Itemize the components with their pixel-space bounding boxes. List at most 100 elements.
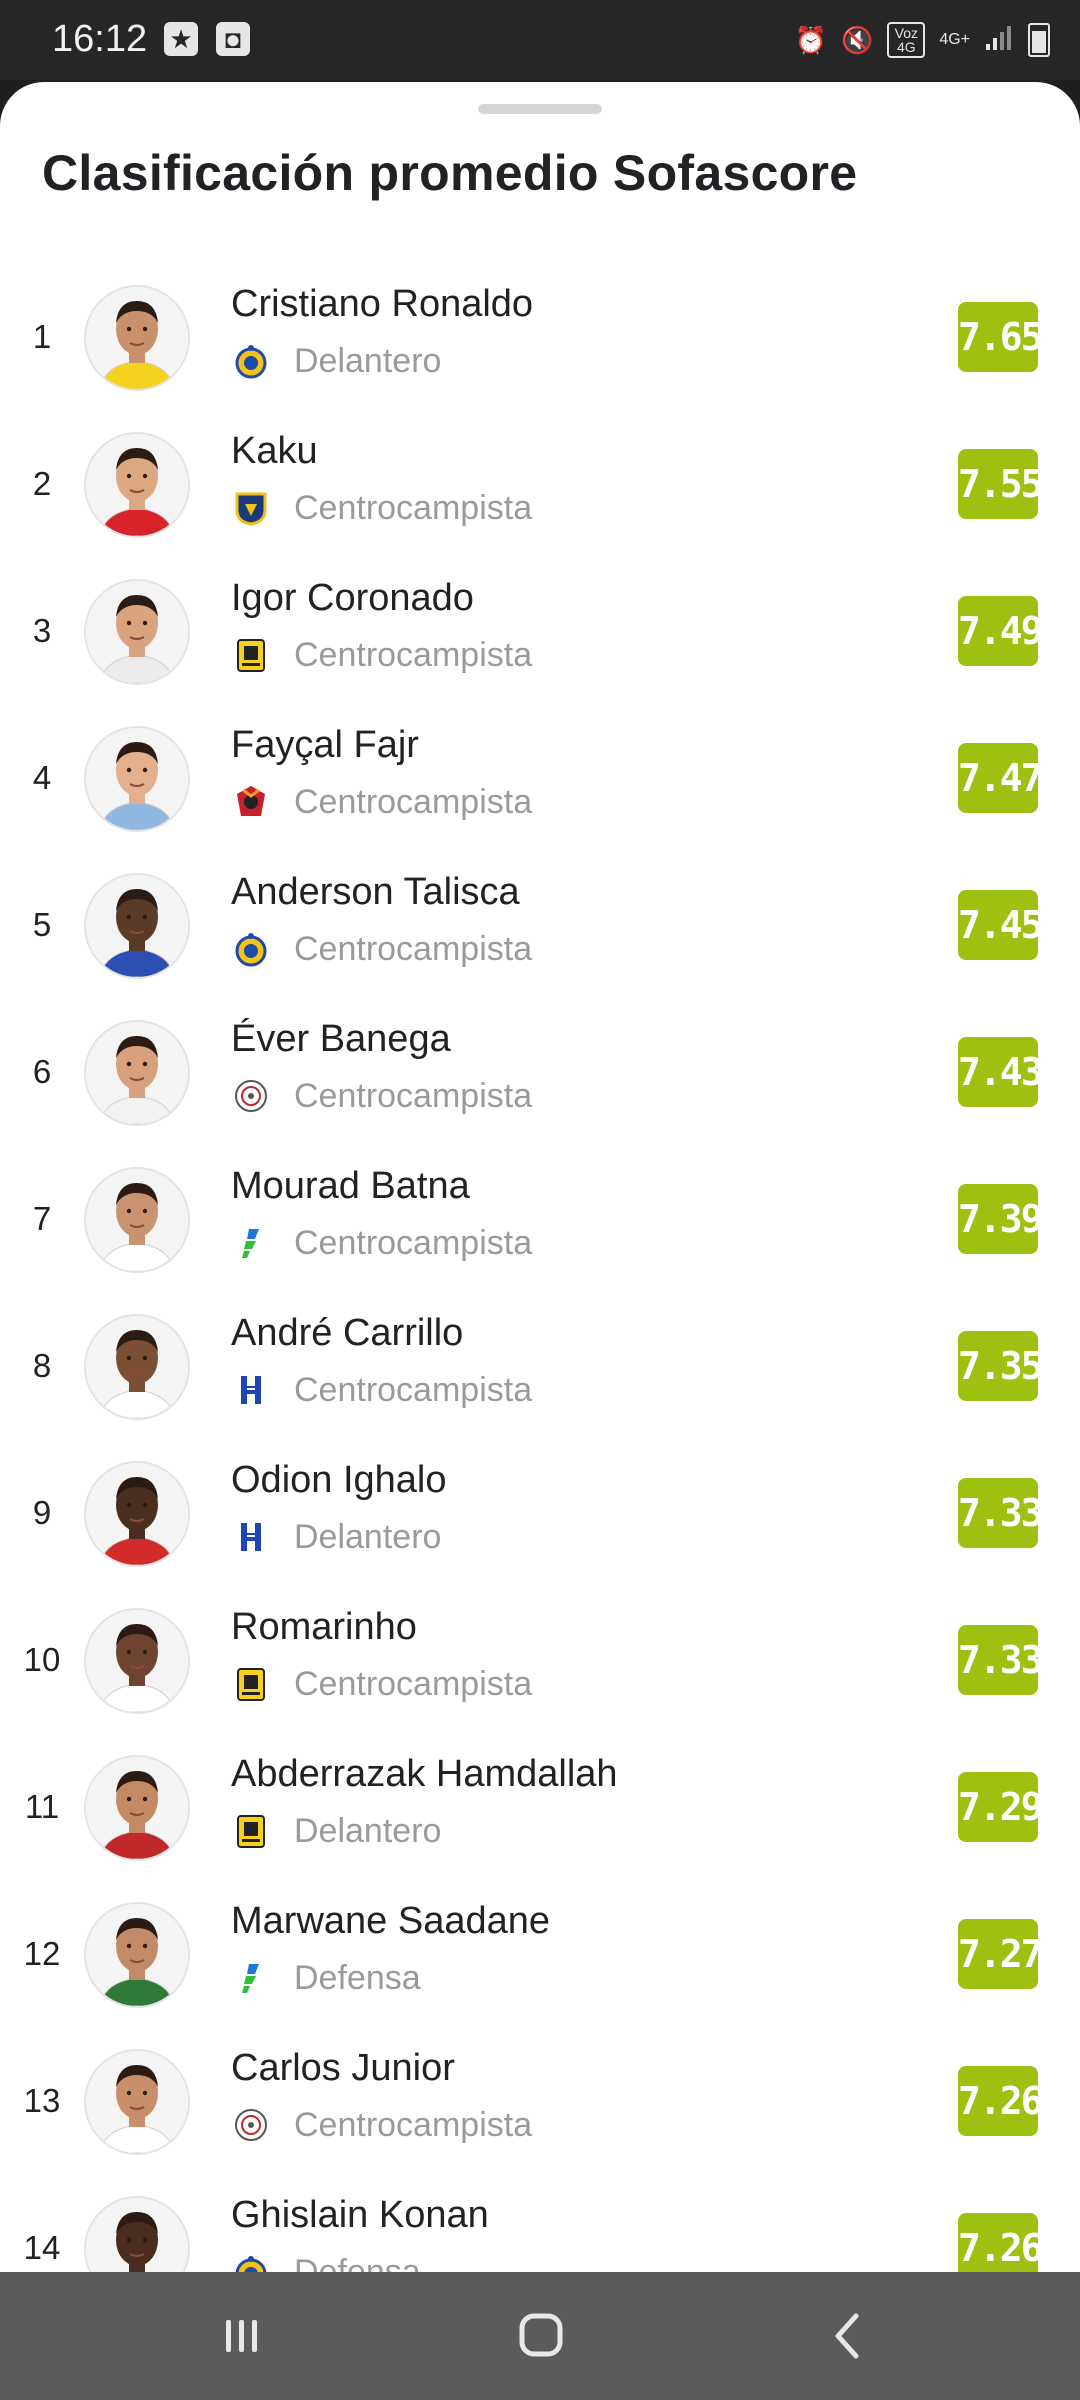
player-position: Delantero xyxy=(294,1518,442,1556)
player-rank: 8 xyxy=(32,1347,52,1384)
player-rating-badge: 7.49 xyxy=(958,596,1044,666)
player-position: Centrocampista xyxy=(294,636,533,674)
clock: 16:12 xyxy=(52,18,148,60)
player-position: Centrocampista xyxy=(294,783,533,821)
player-position: Centrocampista xyxy=(294,2106,533,2144)
player-row[interactable]: 2 Kaku Centrocampista 7.55 xyxy=(0,413,1080,560)
player-avatar xyxy=(84,285,190,391)
player-rank: 1 xyxy=(32,318,52,355)
screen-record-icon: ◘ xyxy=(216,22,250,56)
player-rank: 9 xyxy=(32,1494,52,1531)
al-nassr-crest-icon xyxy=(233,931,269,967)
recent-apps-icon[interactable] xyxy=(212,2308,272,2364)
player-rank: 7 xyxy=(32,1200,52,1237)
navigation-bar xyxy=(0,2272,1080,2400)
signal-icon xyxy=(984,22,1014,59)
player-avatar xyxy=(84,1314,190,1420)
player-name: Mourad Batna xyxy=(231,1165,470,1207)
player-avatar xyxy=(84,2196,190,2272)
al-nassr-crest-icon xyxy=(233,2254,269,2272)
player-rating-badge: 7.26 xyxy=(958,2213,1044,2272)
player-rank: 11 xyxy=(24,1788,60,1825)
player-avatar xyxy=(84,1755,190,1861)
sheet-drag-handle[interactable] xyxy=(478,104,602,114)
player-name: Cristiano Ronaldo xyxy=(231,283,534,325)
player-row[interactable]: 14 Ghislain Konan Defensa 7.26 xyxy=(0,2177,1080,2272)
player-rating-badge: 7.26 xyxy=(958,2066,1044,2136)
player-rating-badge: 7.45 xyxy=(958,890,1044,960)
al-fateh-crest-icon xyxy=(233,1960,269,1996)
player-position: Defensa xyxy=(294,2253,421,2272)
player-name: Abderrazak Hamdallah xyxy=(231,1753,618,1795)
player-name: Kaku xyxy=(231,430,318,472)
player-rating-badge: 7.33 xyxy=(958,1478,1044,1548)
player-row[interactable]: 10 Romarinho Centrocampista 7.33 xyxy=(0,1589,1080,1736)
player-position: Centrocampista xyxy=(294,1665,533,1703)
player-avatar xyxy=(84,873,190,979)
player-row[interactable]: 12 Marwane Saadane Defensa 7.27 xyxy=(0,1883,1080,2030)
home-icon[interactable] xyxy=(510,2308,570,2364)
player-rank: 12 xyxy=(23,1935,61,1972)
al-taawoun-crest-icon xyxy=(233,490,269,526)
player-rank: 2 xyxy=(32,465,52,502)
status-bar: 16:12 ★ ◘ ⏰ 🔇 Voz 4G 4G+ xyxy=(0,0,1080,80)
player-rating-badge: 7.65 xyxy=(958,302,1044,372)
al-fateh-crest-icon xyxy=(233,1225,269,1261)
al-hilal-crest-icon xyxy=(233,1519,269,1555)
player-name: Igor Coronado xyxy=(231,577,474,619)
mute-icon: 🔇 xyxy=(840,24,874,55)
player-name: Anderson Talisca xyxy=(231,871,520,913)
player-row[interactable]: 9 Odion Ighalo Delantero 7.33 xyxy=(0,1442,1080,1589)
player-avatar xyxy=(84,2049,190,2155)
al-ittihad-crest-icon xyxy=(233,1666,269,1702)
al-raed-crest-icon xyxy=(233,784,269,820)
player-rating-badge: 7.55 xyxy=(958,449,1044,519)
player-rating-badge: 7.39 xyxy=(958,1184,1044,1254)
player-row[interactable]: 6 Éver Banega Centrocampista 7.43 xyxy=(0,1001,1080,1148)
player-position: Centrocampista xyxy=(294,1224,533,1262)
player-rating-badge: 7.35 xyxy=(958,1331,1044,1401)
player-position: Centrocampista xyxy=(294,1371,533,1409)
player-rating-badge: 7.33 xyxy=(958,1625,1044,1695)
player-avatar xyxy=(84,726,190,832)
player-row[interactable]: 5 Anderson Talisca Centrocampista 7.45 xyxy=(0,854,1080,1001)
player-rating-badge: 7.29 xyxy=(958,1772,1044,1842)
player-avatar xyxy=(84,1461,190,1567)
player-position: Delantero xyxy=(294,1812,442,1850)
player-name: Romarinho xyxy=(231,1606,417,1648)
player-row[interactable]: 4 Fayçal Fajr Centrocampista 7.47 xyxy=(0,707,1080,854)
player-name: Marwane Saadane xyxy=(231,1900,550,1942)
al-nassr-crest-icon xyxy=(233,343,269,379)
al-shabab-crest-icon xyxy=(233,2107,269,2143)
player-avatar xyxy=(84,1020,190,1126)
player-row[interactable]: 13 Carlos Junior Centrocampista 7.26 xyxy=(0,2030,1080,2177)
player-rating-badge: 7.47 xyxy=(958,743,1044,813)
player-name: Ghislain Konan xyxy=(231,2194,489,2236)
player-row[interactable]: 7 Mourad Batna Centrocampista 7.39 xyxy=(0,1148,1080,1295)
status-icons: ⏰ 🔇 Voz 4G 4G+ xyxy=(795,18,1050,62)
player-rank: 10 xyxy=(23,1641,61,1678)
player-position: Defensa xyxy=(294,1959,421,1997)
al-ittihad-crest-icon xyxy=(233,1813,269,1849)
alarm-icon: ⏰ xyxy=(794,24,827,55)
player-name: Carlos Junior xyxy=(231,2047,455,2089)
player-row[interactable]: 8 André Carrillo Centrocampista 7.35 xyxy=(0,1295,1080,1442)
battery-icon xyxy=(1028,23,1050,57)
player-rank: 5 xyxy=(32,906,52,943)
back-icon[interactable] xyxy=(818,2308,878,2364)
player-rating-badge: 7.27 xyxy=(958,1919,1044,1989)
player-row[interactable]: 3 Igor Coronado Centrocampista 7.49 xyxy=(0,560,1080,707)
player-avatar xyxy=(84,579,190,685)
player-avatar xyxy=(84,1167,190,1273)
player-row[interactable]: 11 Abderrazak Hamdallah Delantero 7.29 xyxy=(0,1736,1080,1883)
volte-icon: Voz 4G xyxy=(887,22,926,58)
player-avatar xyxy=(84,1608,190,1714)
player-rank: 13 xyxy=(23,2082,61,2119)
rating-ranking-sheet: Clasificación promedio Sofascore 1 Crist… xyxy=(0,82,1080,2272)
player-rank: 3 xyxy=(32,612,52,649)
player-rating-badge: 7.43 xyxy=(958,1037,1044,1107)
player-name: Odion Ighalo xyxy=(231,1459,447,1501)
player-avatar xyxy=(84,432,190,538)
player-row[interactable]: 1 Cristiano Ronaldo Delantero 7.65 xyxy=(0,266,1080,413)
4g-plus-icon: 4G+ xyxy=(939,31,970,48)
